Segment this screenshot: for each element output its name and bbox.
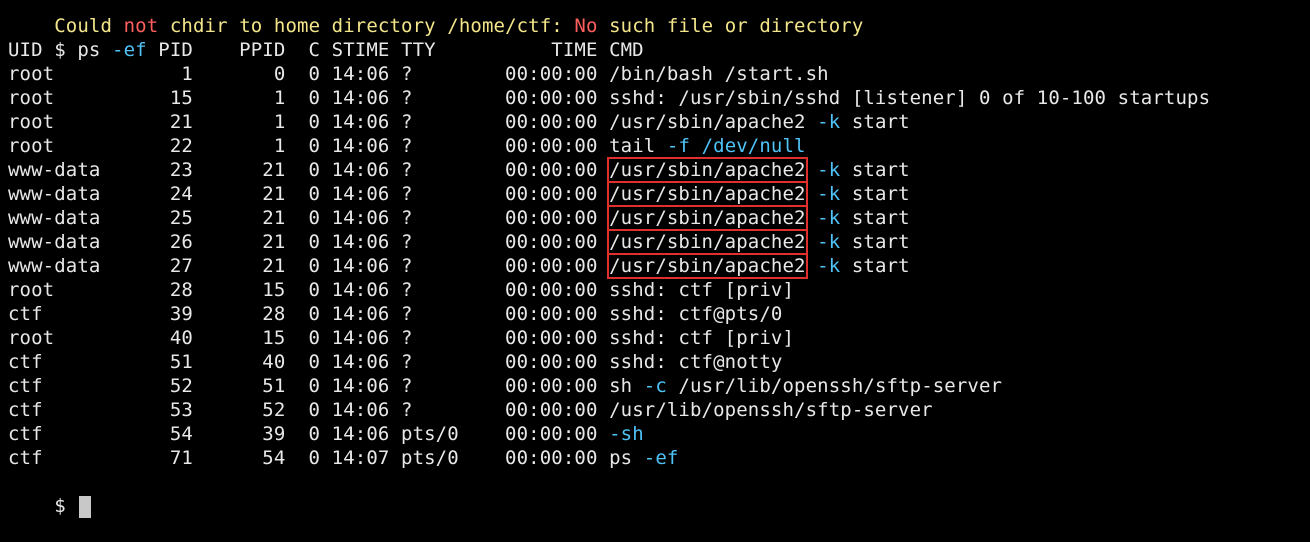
table-row: ctf 39 28 0 14:06 ? 00:00:00 sshd: ctf@p…: [8, 302, 1310, 326]
table-row: www-data 25 21 0 14:06 ? 00:00:00 /usr/s…: [8, 205, 1310, 231]
row-arg: /dev/null: [690, 135, 806, 157]
row-flag: -k: [805, 255, 841, 277]
table-row: ctf 51 40 0 14:06 ? 00:00:00 sshd: ctf@n…: [8, 350, 1310, 374]
row-cmd: sshd: ctf [priv]: [609, 327, 795, 349]
row-flag: -k: [805, 207, 841, 229]
row-fields: www-data 23 21 0 14:06 ? 00:00:00: [8, 159, 610, 181]
row-arg: start: [840, 255, 910, 277]
banner-text-4: No: [574, 15, 598, 37]
row-arg: start: [840, 111, 910, 133]
row-fields: ctf 53 52 0 14:06 ? 00:00:00: [8, 399, 610, 421]
table-row: ctf 53 52 0 14:06 ? 00:00:00 /usr/lib/op…: [8, 398, 1310, 422]
row-arg: /usr/lib/openssh/sftp-server: [666, 375, 1003, 397]
row-fields: ctf 39 28 0 14:06 ? 00:00:00: [8, 303, 610, 325]
row-arg: start: [840, 231, 910, 253]
row-cmd: sh: [609, 375, 633, 397]
table-row: ctf 54 39 0 14:06 pts/0 00:00:00 -sh: [8, 422, 1310, 446]
row-fields: root 1 0 0 14:06 ? 00:00:00: [8, 63, 610, 85]
table-row: root 1 0 0 14:06 ? 00:00:00 /bin/bash /s…: [8, 62, 1310, 86]
row-flag: -f: [655, 135, 691, 157]
row-arg: start: [840, 207, 910, 229]
row-cmd: /usr/sbin/apache2: [607, 205, 808, 231]
row-flag: -k: [805, 159, 841, 181]
row-fields: root 21 1 0 14:06 ? 00:00:00: [8, 111, 610, 133]
terminal-window[interactable]: Could not chdir to home directory /home/…: [0, 0, 1310, 518]
table-row: root 40 15 0 14:06 ? 00:00:00 sshd: ctf …: [8, 326, 1310, 350]
row-cmd: /usr/sbin/apache2: [607, 157, 808, 183]
row-cmd: /usr/sbin/apache2: [607, 181, 808, 207]
row-flag: -k: [805, 183, 841, 205]
table-row: ctf 71 54 0 14:07 pts/0 00:00:00 ps -ef: [8, 446, 1310, 470]
row-flag: -k: [805, 231, 841, 253]
process-list: root 1 0 0 14:06 ? 00:00:00 /bin/bash /s…: [8, 62, 1310, 470]
row-fields: ctf 52 51 0 14:06 ? 00:00:00: [8, 375, 610, 397]
row-fields: root 28 15 0 14:06 ? 00:00:00: [8, 279, 610, 301]
row-cmd: /usr/sbin/apache2: [607, 229, 808, 255]
row-fields: ctf 51 40 0 14:06 ? 00:00:00: [8, 351, 610, 373]
row-cmd: /bin/bash /start.sh: [609, 63, 829, 85]
banner-text-5: such file or directory: [597, 15, 864, 37]
row-fields: www-data 27 21 0 14:06 ? 00:00:00: [8, 255, 610, 277]
row-fields: root 15 1 0 14:06 ? 00:00:00: [8, 87, 610, 109]
row-fields: www-data 26 21 0 14:06 ? 00:00:00: [8, 231, 610, 253]
row-flag: -sh: [609, 423, 644, 445]
row-cmd: /usr/lib/openssh/sftp-server: [609, 399, 933, 421]
row-cmd: sshd: ctf [priv]: [609, 279, 795, 301]
row-flag: -ef: [632, 447, 679, 469]
row-cmd: sshd: /usr/sbin/sshd [listener] 0 of 10-…: [609, 87, 1211, 109]
table-row: ctf 52 51 0 14:06 ? 00:00:00 sh -c /usr/…: [8, 374, 1310, 398]
banner-line: Could not chdir to home directory /home/…: [8, 0, 1310, 37]
row-fields: www-data 24 21 0 14:06 ? 00:00:00: [8, 183, 610, 205]
banner-text-3: chdir to home directory /home/ctf:: [158, 15, 575, 37]
row-fields: www-data 25 21 0 14:06 ? 00:00:00: [8, 207, 610, 229]
row-cmd: sshd: ctf@notty: [609, 351, 783, 373]
row-fields: ctf 71 54 0 14:07 pts/0 00:00:00: [8, 447, 610, 469]
table-row: root 21 1 0 14:06 ? 00:00:00 /usr/sbin/a…: [8, 110, 1310, 134]
table-row: www-data 26 21 0 14:06 ? 00:00:00 /usr/s…: [8, 229, 1310, 255]
table-row: www-data 24 21 0 14:06 ? 00:00:00 /usr/s…: [8, 181, 1310, 207]
table-row: www-data 23 21 0 14:06 ? 00:00:00 /usr/s…: [8, 157, 1310, 183]
row-cmd: ps: [609, 447, 633, 469]
table-row: root 22 1 0 14:06 ? 00:00:00 tail -f /de…: [8, 134, 1310, 158]
row-fields: root 40 15 0 14:06 ? 00:00:00: [8, 327, 610, 349]
row-cmd: tail: [609, 135, 656, 157]
banner-text-2: not: [123, 15, 159, 37]
table-row: root 15 1 0 14:06 ? 00:00:00 sshd: /usr/…: [8, 86, 1310, 110]
ps-header: UID PID PPID C STIME TTY TIME CMD: [8, 39, 644, 61]
row-fields: ctf 54 39 0 14:06 pts/0 00:00:00: [8, 423, 610, 445]
row-cmd: /usr/sbin/apache2: [609, 111, 806, 133]
table-row: www-data 27 21 0 14:06 ? 00:00:00 /usr/s…: [8, 253, 1310, 279]
row-cmd: /usr/sbin/apache2: [607, 253, 808, 279]
row-flag: -c: [632, 375, 667, 397]
row-arg: start: [840, 159, 910, 181]
row-flag: -k: [805, 111, 841, 133]
final-prompt-line[interactable]: $: [8, 470, 1310, 518]
cursor: [79, 495, 92, 518]
table-row: root 28 15 0 14:06 ? 00:00:00 sshd: ctf …: [8, 278, 1310, 302]
row-cmd: sshd: ctf@pts/0: [609, 303, 783, 325]
banner-text-1: Could: [54, 15, 124, 37]
row-fields: root 22 1 0 14:06 ? 00:00:00: [8, 135, 610, 157]
row-arg: start: [840, 183, 910, 205]
final-prompt: $: [54, 495, 78, 517]
